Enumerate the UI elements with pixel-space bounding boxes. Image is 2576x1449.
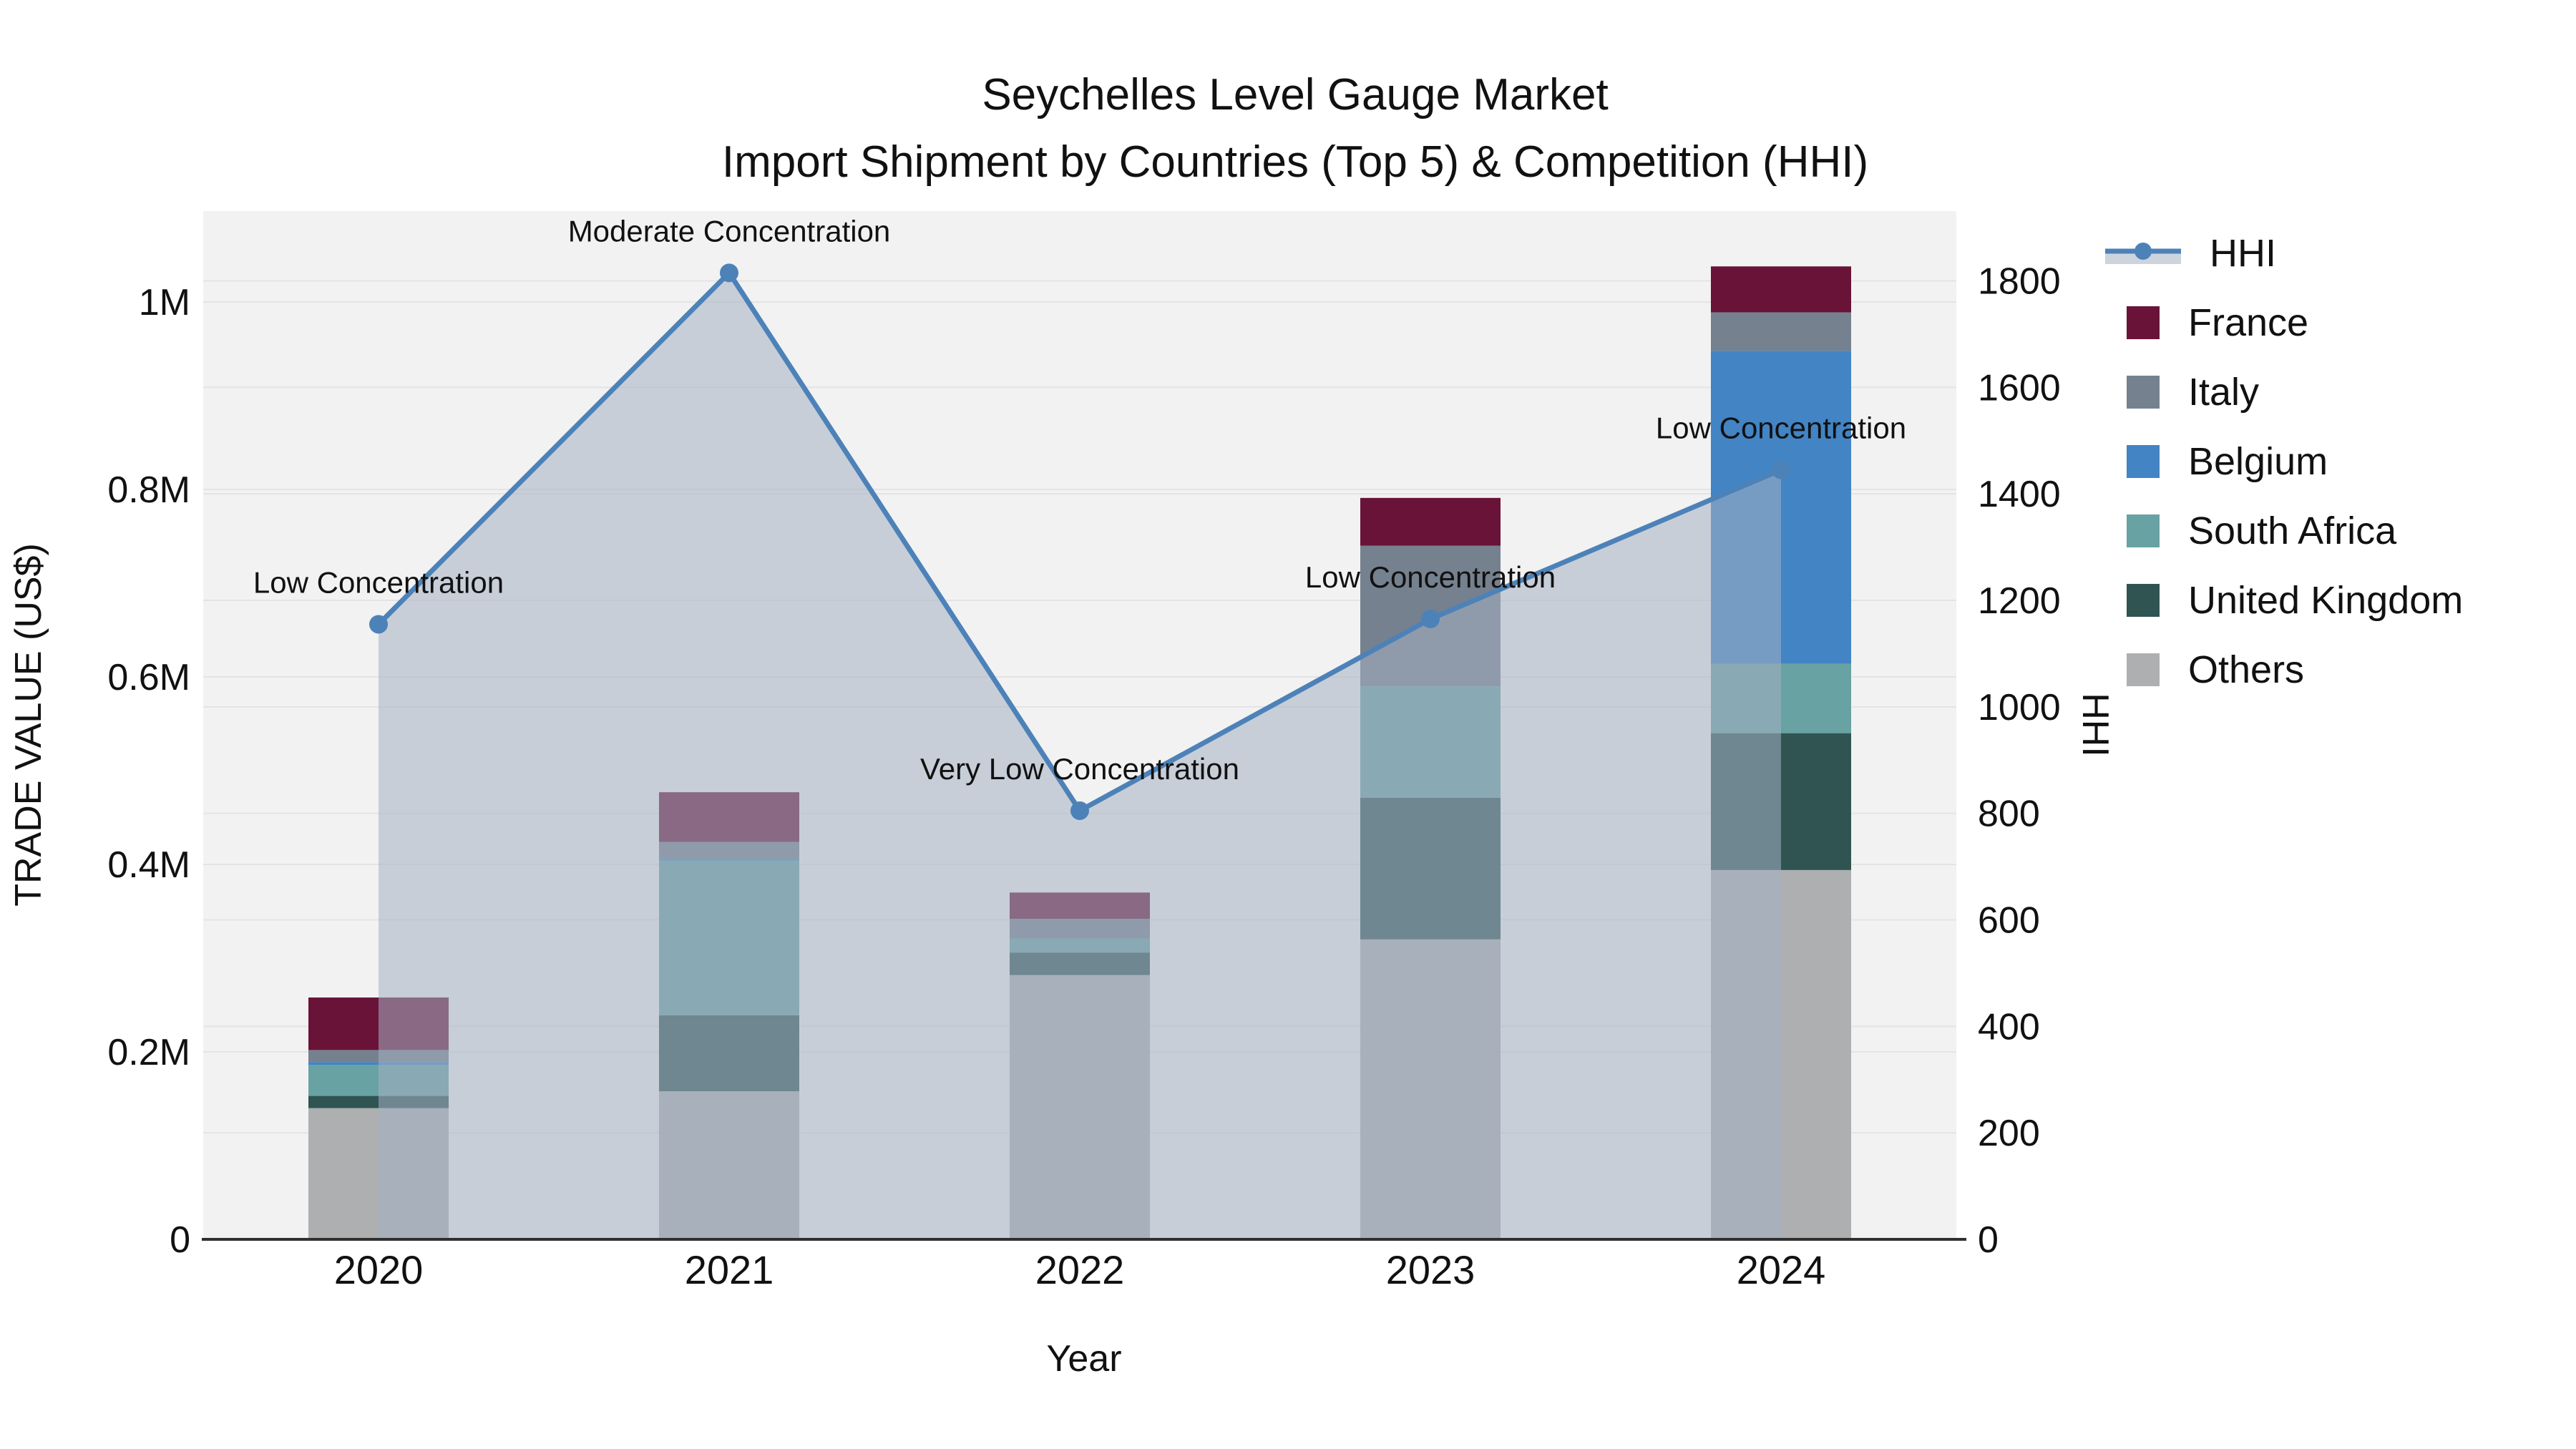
bar-segment-france-2024: [1711, 266, 1851, 313]
legend-item-france: France: [2127, 288, 2463, 357]
y2-tick-1200: 1200: [1978, 580, 2061, 622]
legend-item-label: South Africa: [2188, 509, 2397, 552]
y1-tick-0.2M: 0.2M: [107, 1032, 190, 1073]
x-tick-2023: 2023: [1386, 1247, 1475, 1292]
hhi-annotation-2022: Very Low Concentration: [920, 752, 1239, 786]
legend-item-south-africa: South Africa: [2127, 496, 2463, 565]
y-axis-label-left: TRADE VALUE (US$): [8, 543, 49, 907]
y2-tick-1600: 1600: [1978, 367, 2061, 409]
hhi-annotation-2021: Moderate Concentration: [568, 214, 891, 248]
y1-tick-0.4M: 0.4M: [107, 844, 190, 886]
hhi-annotation-2024: Low Concentration: [1656, 411, 1906, 445]
legend-item-others: Others: [2127, 635, 2463, 704]
hhi-marker-2023: [1421, 610, 1440, 629]
legend-item-label: United Kingdom: [2188, 578, 2464, 622]
y-axis-label-right: HHI: [2074, 693, 2116, 757]
legend-item-label: Italy: [2188, 370, 2260, 414]
y2-tick-200: 200: [1978, 1113, 2040, 1154]
chart-title-line2: Import Shipment by Countries (Top 5) & C…: [721, 137, 1869, 187]
legend-color-swatch: [2127, 514, 2160, 547]
legend: HHI France Italy Belgium South Africa United …: [2105, 218, 2463, 704]
hhi-annotation-2020: Low Concentration: [253, 565, 504, 599]
legend-item-label: Belgium: [2188, 439, 2328, 483]
legend-item-label: France: [2188, 301, 2309, 344]
hhi-marker-2022: [1070, 801, 1089, 820]
x-tick-2024: 2024: [1737, 1247, 1826, 1292]
chart-plot: Low Concentration Moderate Concentration V…: [107, 211, 2061, 1292]
y1-tick-1M: 1M: [139, 282, 190, 323]
x-tick-2020: 2020: [334, 1247, 424, 1292]
x-axis-label: Year: [1046, 1338, 1122, 1380]
bar-segment-france-2023: [1360, 497, 1501, 546]
legend-color-swatch: [2127, 375, 2160, 409]
y2-tick-600: 600: [1978, 899, 2040, 941]
legend-color-swatch: [2127, 306, 2160, 339]
hhi-line-swatch: [2105, 237, 2181, 270]
legend-item-italy: Italy: [2127, 357, 2463, 426]
legend-color-swatch: [2127, 653, 2160, 686]
y2-tick-0: 0: [1978, 1219, 1999, 1261]
hhi-marker-2024: [1772, 460, 1790, 479]
legend-color-swatch: [2127, 444, 2160, 478]
figure: Low Concentration Moderate Concentration V…: [0, 0, 2576, 1449]
legend-color-swatch: [2127, 583, 2160, 617]
bar-segment-italy-2024: [1711, 312, 1851, 351]
x-tick-2022: 2022: [1035, 1247, 1125, 1292]
x-tick-2021: 2021: [685, 1247, 774, 1292]
chart-title-line1: Seychelles Level Gauge Market: [982, 70, 1609, 119]
legend-item-label: HHI: [2210, 231, 2276, 275]
y2-tick-800: 800: [1978, 794, 2040, 835]
legend-item-belgium: Belgium: [2127, 426, 2463, 496]
legend-item-united-kingdom: United Kingdom: [2127, 565, 2463, 635]
hhi-marker-2020: [369, 615, 388, 634]
legend-item-label: Others: [2188, 648, 2305, 691]
chart-title: Seychelles Level Gauge Market Import Shi…: [14, 62, 2576, 196]
y2-tick-1000: 1000: [1978, 687, 2061, 728]
hhi-annotation-2023: Low Concentration: [1305, 560, 1556, 594]
legend-item-hhi: HHI: [2105, 218, 2463, 288]
y2-tick-1400: 1400: [1978, 474, 2061, 515]
y1-tick-0.8M: 0.8M: [107, 469, 190, 511]
y1-tick-0.6M: 0.6M: [107, 657, 190, 698]
y1-tick-0: 0: [170, 1219, 190, 1261]
y2-tick-400: 400: [1978, 1006, 2040, 1048]
hhi-marker-2021: [720, 263, 738, 283]
y2-tick-1800: 1800: [1978, 260, 2061, 302]
